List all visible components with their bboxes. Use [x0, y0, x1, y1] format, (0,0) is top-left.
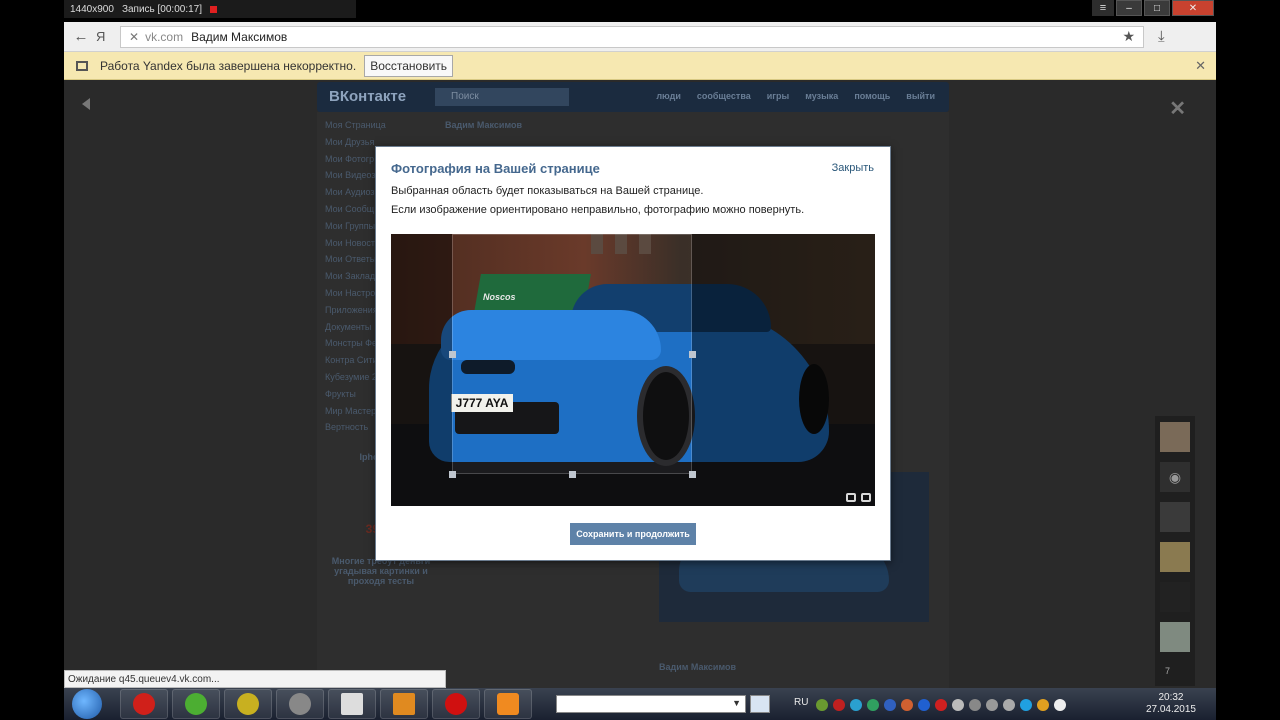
modal-title: Фотография на Вашей странице [391, 161, 600, 176]
vk-menu-item[interactable]: Моя Страница [325, 120, 435, 137]
tray-icon[interactable] [918, 699, 930, 711]
taskbar-address-input[interactable]: ▼ [556, 695, 746, 713]
vk-post-author: Вадим Максимов [659, 662, 737, 672]
bookmark-star-icon[interactable]: ★ [1122, 28, 1135, 45]
friends-online-count: 7 [1165, 666, 1171, 676]
save-and-continue-button[interactable]: Сохранить и продолжить [570, 523, 696, 545]
minimize-button[interactable]: – [1116, 0, 1142, 16]
tray-icon[interactable] [986, 699, 998, 711]
crop-handle-left[interactable] [449, 351, 456, 358]
taskbar-go-button[interactable] [750, 695, 770, 713]
infobar-message: Работа Yandex была завершена некорректно… [100, 58, 357, 73]
friend-avatar[interactable] [1160, 542, 1190, 572]
friend-avatar[interactable] [1160, 422, 1190, 452]
system-clock[interactable]: 20:32 27.04.2015 [1146, 692, 1196, 716]
friend-avatar[interactable] [1160, 622, 1190, 652]
vk-nav-item[interactable]: люди [656, 91, 681, 101]
tray-icon[interactable] [867, 699, 879, 711]
vk-nav-item[interactable]: игры [767, 91, 789, 101]
tray-icon[interactable] [952, 699, 964, 711]
vk-header: ВКонтакте Поиск люди сообщества игры муз… [317, 82, 949, 112]
browser-window: ← Я ✕ vk.com Вадим Максимов ★ ⤓ Работа Y… [64, 22, 1216, 688]
taskbar-app[interactable] [328, 689, 376, 719]
crash-infobar: Работа Yandex была завершена некорректно… [64, 52, 1216, 80]
clock-date: 27.04.2015 [1145, 704, 1196, 715]
crop-handle-bottom-right[interactable] [689, 471, 696, 478]
tray-icon[interactable] [850, 699, 862, 711]
rotate-left-icon[interactable] [846, 493, 856, 502]
modal-close-link[interactable]: Закрыть [832, 162, 874, 174]
page-content: ✕ ВКонтакте Поиск люди сообщества игры м… [64, 80, 1216, 688]
yandex-button[interactable]: Я [96, 29, 114, 44]
window-controls: – □ ✕ [1116, 0, 1214, 18]
address-title: Вадим Максимов [191, 29, 288, 44]
friend-avatar[interactable] [1160, 582, 1190, 612]
taskbar-app[interactable] [224, 689, 272, 719]
tray-icon[interactable] [1003, 699, 1015, 711]
recorder-status: Запись [00:00:17] [121, 3, 203, 15]
address-domain: vk.com [145, 29, 184, 44]
friend-avatar[interactable] [1160, 502, 1190, 532]
maximize-button[interactable]: □ [1144, 0, 1170, 16]
vk-nav-item[interactable]: музыка [805, 91, 838, 101]
modal-line-2: Если изображение ориентировано неправиль… [391, 204, 805, 216]
taskbar-utorrent[interactable] [172, 689, 220, 719]
vk-nav: люди сообщества игры музыка помощь выйти [656, 91, 935, 101]
screen: 1440x900 Запись [00:00:17] ≡ – □ ✕ ← Я ✕… [0, 0, 1280, 720]
restore-button[interactable]: Восстановить [364, 54, 454, 77]
language-indicator[interactable]: RU [794, 697, 808, 708]
vk-nav-item[interactable]: помощь [854, 91, 890, 101]
taskbar-app[interactable] [380, 689, 428, 719]
prev-photo-arrow-icon[interactable] [82, 98, 90, 110]
tray-icon[interactable] [816, 699, 828, 711]
window-close-button[interactable]: ✕ [1172, 0, 1214, 16]
photo-crop-modal: Фотография на Вашей странице Закрыть Выб… [375, 146, 891, 561]
tray-icon[interactable] [901, 699, 913, 711]
back-arrow-icon[interactable]: ← [70, 28, 92, 45]
crop-selection[interactable] [452, 234, 692, 474]
crop-handle-bottom[interactable] [569, 471, 576, 478]
vk-profile-name: Вадим Максимов [445, 120, 523, 130]
windows-taskbar: ▼ RU 20:32 27.04.2015 [64, 688, 1216, 720]
vk-search-input[interactable]: Поиск [435, 88, 569, 106]
tray-icon[interactable] [1020, 699, 1032, 711]
tray-icon[interactable] [884, 699, 896, 711]
recorder-bar: 1440x900 Запись [00:00:17] [64, 0, 356, 18]
clock-time: 20:32 [1158, 692, 1184, 703]
tray-icon[interactable] [833, 699, 845, 711]
system-tray [816, 699, 1066, 711]
vk-logo[interactable]: ВКонтакте [329, 88, 406, 105]
browser-status-bar: Ожидание q45.queuev4.vk.com... [64, 670, 446, 688]
rotate-right-icon[interactable] [861, 493, 871, 502]
start-button[interactable] [72, 689, 102, 719]
warning-window-icon [76, 60, 88, 71]
modal-line-1: Выбранная область будет показываться на … [391, 185, 704, 197]
camera-icon[interactable]: ◉ [1160, 462, 1190, 492]
tray-icon[interactable] [935, 699, 947, 711]
vk-nav-item[interactable]: сообщества [697, 91, 751, 101]
taskbar-player[interactable] [484, 689, 532, 719]
download-icon[interactable]: ⤓ [1158, 28, 1165, 45]
browser-menu-button[interactable]: ≡ [1092, 0, 1114, 16]
crop-handle-right[interactable] [689, 351, 696, 358]
browser-toolbar: ← Я ✕ vk.com Вадим Максимов ★ ⤓ [64, 22, 1216, 52]
vk-nav-item[interactable]: выйти [906, 91, 935, 101]
recorder-resolution: 1440x900 [70, 3, 114, 15]
taskbar-app[interactable] [276, 689, 324, 719]
crop-handle-bottom-left[interactable] [449, 471, 456, 478]
close-viewer-icon[interactable]: ✕ [1169, 96, 1186, 121]
tray-icon[interactable] [1054, 699, 1066, 711]
infobar-close-icon[interactable]: ✕ [1195, 58, 1206, 74]
stop-loading-icon[interactable]: ✕ [129, 30, 139, 44]
crop-photo[interactable]: Noscos J777 AYA [391, 234, 875, 506]
tray-icon[interactable] [1037, 699, 1049, 711]
address-bar[interactable]: ✕ vk.com Вадим Максимов ★ [120, 25, 1144, 48]
stop-record-icon[interactable] [210, 5, 218, 13]
taskbar-recorder[interactable] [432, 689, 480, 719]
taskbar-opera[interactable] [120, 689, 168, 719]
tray-icon[interactable] [969, 699, 981, 711]
friends-thumbs-panel: ◉ 7 [1155, 416, 1195, 686]
